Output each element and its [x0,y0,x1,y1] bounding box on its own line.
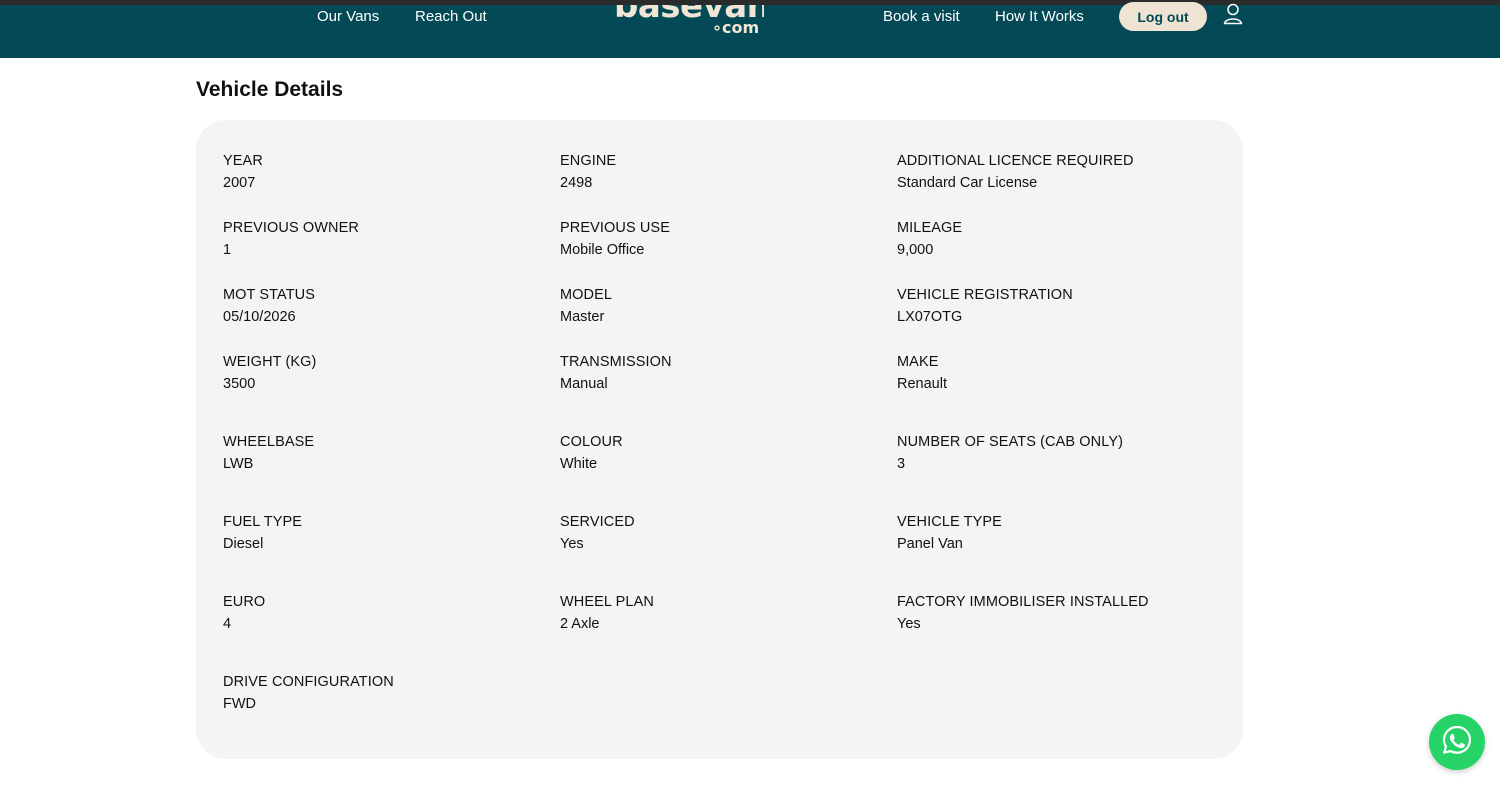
detail-serviced: SERVICED Yes [560,513,880,553]
detail-vehicle-registration: VEHICLE REGISTRATION LX07OTG [897,286,1217,326]
detail-colour: COLOUR White [560,433,880,473]
detail-value: 9,000 [897,242,934,258]
logo[interactable]: basevan ∘com [612,5,764,39]
detail-value: Master [560,309,605,325]
detail-label: MILEAGE [897,220,963,236]
detail-label: MAKE [897,354,939,370]
whatsapp-icon [1441,724,1473,761]
detail-engine: ENGINE 2498 [560,152,880,192]
detail-label: VEHICLE REGISTRATION [897,287,1073,303]
nav-book-a-visit[interactable]: Book a visit [883,7,960,27]
detail-label: PREVIOUS OWNER [223,220,359,236]
detail-mot-status: MOT STATUS 05/10/2026 [223,286,543,326]
detail-label: WHEELBASE [223,434,315,450]
detail-value: Diesel [223,536,264,552]
detail-mileage: MILEAGE 9,000 [897,219,1217,259]
detail-label: ENGINE [560,153,617,169]
detail-value: White [560,456,598,472]
detail-value: 3 [897,456,906,472]
detail-value: 3500 [223,376,256,392]
detail-value: 05/10/2026 [223,309,296,325]
nav-reach-out[interactable]: Reach Out [415,7,487,27]
detail-value: 1 [223,242,232,258]
detail-value: 4 [223,616,232,632]
detail-additional-licence: ADDITIONAL LICENCE REQUIRED Standard Car… [897,152,1217,192]
detail-label: EURO [223,594,266,610]
page-title: Vehicle Details [196,78,344,101]
detail-factory-immobiliser: FACTORY IMMOBILISER INSTALLED Yes [897,593,1217,633]
detail-label: VEHICLE TYPE [897,514,1002,530]
detail-value: LWB [223,456,254,472]
user-icon[interactable] [1223,3,1243,25]
detail-wheel-plan: WHEEL PLAN 2 Axle [560,593,880,633]
detail-label: MODEL [560,287,613,303]
vehicle-details-card: YEAR 2007 ENGINE 2498 ADDITIONAL LICENCE… [196,120,1243,759]
detail-value: FWD [223,696,257,712]
detail-label: FUEL TYPE [223,514,303,530]
nav-how-it-works[interactable]: How It Works [995,7,1084,27]
detail-transmission: TRANSMISSION Manual [560,353,880,393]
detail-euro: EURO 4 [223,593,543,633]
detail-model: MODEL Master [560,286,880,326]
detail-value: LX07OTG [897,309,963,325]
detail-value: 2 Axle [560,616,600,632]
whatsapp-button[interactable] [1429,714,1485,770]
detail-label: DRIVE CONFIGURATION [223,674,394,690]
detail-label: PREVIOUS USE [560,220,670,236]
detail-label: WEIGHT (KG) [223,354,317,370]
site-header: Our Vans Reach Out basevan ∘com Book a v… [0,2,1500,58]
detail-value: Yes [560,536,584,552]
detail-value: Panel Van [897,536,963,552]
logo-suffix: ∘com [712,18,760,37]
detail-drive-configuration: DRIVE CONFIGURATION FWD [223,673,543,713]
detail-value: Manual [560,376,608,392]
detail-fuel-type: FUEL TYPE Diesel [223,513,543,553]
detail-label: WHEEL PLAN [560,594,654,610]
nav-our-vans[interactable]: Our Vans [317,7,379,27]
detail-vehicle-type: VEHICLE TYPE Panel Van [897,513,1217,553]
detail-value: 2007 [223,175,256,191]
detail-label: MOT STATUS [223,287,316,303]
detail-label: FACTORY IMMOBILISER INSTALLED [897,594,1149,610]
detail-label: SERVICED [560,514,635,530]
detail-value: 2498 [560,175,593,191]
logout-button[interactable]: Log out [1119,2,1207,31]
detail-weight: WEIGHT (KG) 3500 [223,353,543,393]
detail-value: Renault [897,376,947,392]
detail-make: MAKE Renault [897,353,1217,393]
detail-wheelbase: WHEELBASE LWB [223,433,543,473]
detail-value: Yes [897,616,921,632]
detail-label: COLOUR [560,434,623,450]
detail-label: YEAR [223,153,263,169]
detail-label: TRANSMISSION [560,354,672,370]
detail-previous-owner: PREVIOUS OWNER 1 [223,219,543,259]
detail-value: Mobile Office [560,242,645,258]
detail-label: ADDITIONAL LICENCE REQUIRED [897,153,1134,169]
detail-year: YEAR 2007 [223,152,543,192]
detail-previous-use: PREVIOUS USE Mobile Office [560,219,880,259]
detail-label: NUMBER OF SEATS (CAB ONLY) [897,434,1124,450]
detail-value: Standard Car License [897,175,1038,191]
detail-number-of-seats: NUMBER OF SEATS (CAB ONLY) 3 [897,433,1217,473]
